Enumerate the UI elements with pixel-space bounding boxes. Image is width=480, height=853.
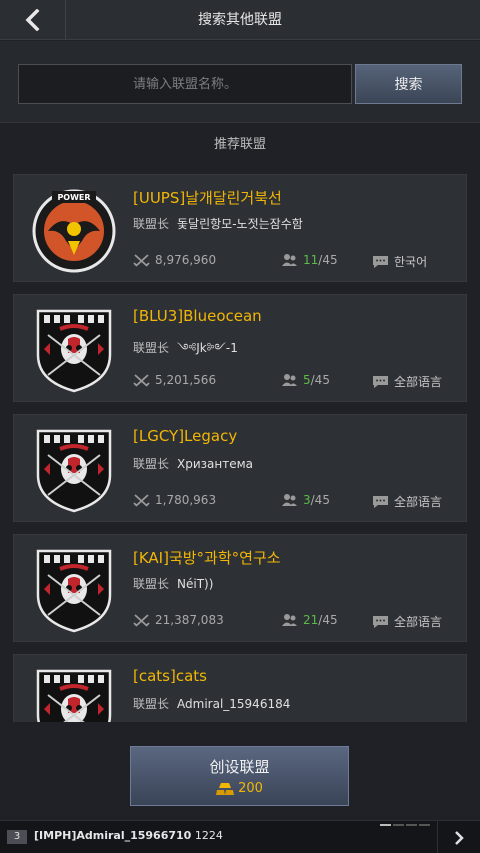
leader-label: 联盟长: [133, 697, 170, 711]
alliance-leader: 联盟长 NéiT)): [133, 575, 213, 592]
recommended-alliances-title: 推荐联盟: [213, 137, 266, 152]
alliance-name: [BLU3]Blueocean: [133, 307, 262, 325]
language-tag: 全部语言: [372, 373, 442, 390]
chat-page-indicator: [380, 824, 432, 826]
language-tag: 全部语言: [372, 613, 442, 630]
members-icon: [282, 374, 297, 386]
member-count: 11/45: [281, 253, 338, 267]
alliance-stats: 1,780,963 3/45 全部语言: [133, 493, 463, 511]
member-count: 3/45: [281, 493, 330, 507]
crossed-swords-icon: [133, 254, 150, 267]
chat-preview: [IMPH]Admiral_15966710 1224: [34, 829, 223, 842]
members-max: /45: [318, 253, 338, 267]
alliance-card[interactable]: POWER [UUPS]날개달린거북선 联盟长 돛달린항모-노젓는잠수함 8,97…: [13, 174, 467, 282]
skull-crest-emblem-icon: [36, 309, 112, 393]
member-count: 21/45: [281, 613, 338, 627]
skull-crest-emblem-icon: [36, 669, 112, 722]
leader-label: 联盟长: [133, 577, 170, 591]
member-count: 5/45: [281, 373, 330, 387]
members-current: 11: [303, 253, 319, 267]
language-value: 한국어: [394, 255, 428, 269]
chevron-right-icon: [455, 830, 464, 845]
chat-next-button[interactable]: [437, 821, 480, 853]
gold-bars-icon: [216, 782, 235, 795]
create-alliance-label: 创设联盟: [209, 758, 270, 776]
svg-text:POWER: POWER: [57, 193, 90, 202]
alliance-name: [LGCY]Legacy: [133, 427, 238, 445]
leader-label: 联盟长: [133, 457, 170, 471]
alliance-name: [UUPS]날개달린거북선: [133, 189, 282, 207]
chat-bubble-icon: [373, 255, 388, 268]
language-value: 全部语言: [394, 615, 443, 629]
power-value: 21,387,083: [155, 613, 224, 627]
power-value: 5,201,566: [155, 373, 217, 387]
search-area: 搜索: [0, 41, 480, 123]
leader-name: ༺Jk༻-1: [177, 341, 238, 355]
language-value: 全部语言: [394, 375, 443, 389]
power-value: 8,976,960: [155, 253, 217, 267]
alliance-leader: 联盟长 Admiral_15946184: [133, 695, 290, 712]
create-cost-value: 200: [238, 781, 263, 796]
members-icon: [282, 494, 297, 506]
alliance-card[interactable]: [LGCY]Legacy 联盟长 Хризантема 1,780,963 3/4…: [13, 414, 467, 522]
members-max: /45: [310, 373, 330, 387]
page-dot: [393, 824, 404, 826]
chat-bubble-icon: [373, 375, 388, 388]
leader-name: Хризантема: [177, 457, 254, 471]
members-current: 5: [303, 373, 311, 387]
leader-name: NéiT)): [177, 577, 214, 591]
chat-bubble-icon: [373, 615, 388, 628]
alliance-list[interactable]: POWER [UUPS]날개달린거북선 联盟长 돛달린항모-노젓는잠수함 8,97…: [13, 174, 467, 722]
members-current: 21: [303, 613, 319, 627]
page-dot: [419, 824, 430, 826]
top-bar: 搜索其他联盟: [0, 0, 480, 40]
search-button[interactable]: 搜索: [355, 64, 462, 104]
chat-bar[interactable]: 3 [IMPH]Admiral_15966710 1224: [0, 820, 480, 853]
page-dot: [380, 824, 391, 826]
skull-crest-emblem-icon: [36, 429, 112, 513]
create-alliance-button[interactable]: 创设联盟 200: [130, 746, 349, 806]
alliance-card[interactable]: [cats]cats 联盟长 Admiral_15946184: [13, 654, 467, 722]
alliance-leader: 联盟长 ༺Jk༻-1: [133, 335, 238, 369]
language-tag: 全部语言: [372, 493, 442, 510]
page-dot: [406, 824, 417, 826]
alliance-card[interactable]: [BLU3]Blueocean 联盟长 ༺Jk༻-1 5,201,566 5/45…: [13, 294, 467, 402]
leader-name: Admiral_15946184: [177, 697, 291, 711]
alliance-card[interactable]: [KAI]국방°과학°연구소 联盟长 NéiT)) 21,387,083 21/4…: [13, 534, 467, 642]
language-tag: 한국어: [372, 253, 427, 270]
chat-sender: [IMPH]Admiral_15966710: [34, 829, 192, 842]
alliance-stats: 8,976,960 11/45 한국어: [133, 253, 463, 271]
alliance-name: [KAI]국방°과학°연구소: [133, 549, 281, 567]
alliance-stats: 21,387,083 21/45 全部语言: [133, 613, 463, 631]
leader-label: 联盟长: [133, 341, 170, 355]
members-current: 3: [303, 493, 311, 507]
power-stat: 5,201,566: [133, 373, 216, 387]
crossed-swords-icon: [133, 374, 150, 387]
alliance-name: [cats]cats: [133, 667, 207, 685]
chat-message: 1224: [194, 829, 223, 842]
language-value: 全部语言: [394, 495, 443, 509]
crossed-swords-icon: [133, 614, 150, 627]
skull-crest-emblem-icon: [36, 549, 112, 633]
power-emblem-icon: POWER: [32, 189, 116, 273]
page-title: 搜索其他联盟: [198, 12, 282, 28]
alliance-leader: 联盟长 돛달린항모-노젓는잠수함: [133, 215, 303, 232]
chat-bubble-icon: [373, 495, 388, 508]
search-input[interactable]: [18, 64, 352, 104]
chat-channel-badge: 3: [7, 830, 27, 844]
members-icon: [282, 614, 297, 626]
power-value: 1,780,963: [155, 493, 217, 507]
alliance-stats: 5,201,566 5/45 全部语言: [133, 373, 463, 391]
power-stat: 21,387,083: [133, 613, 224, 627]
members-icon: [282, 254, 297, 266]
power-stat: 8,976,960: [133, 253, 216, 267]
leader-label: 联盟长: [133, 217, 170, 231]
create-cost: 200: [216, 781, 263, 796]
crossed-swords-icon: [133, 494, 150, 507]
leader-name: 돛달린항모-노젓는잠수함: [177, 217, 303, 231]
members-max: /45: [310, 493, 330, 507]
alliance-leader: 联盟长 Хризантема: [133, 455, 253, 472]
members-max: /45: [318, 613, 338, 627]
power-stat: 1,780,963: [133, 493, 216, 507]
